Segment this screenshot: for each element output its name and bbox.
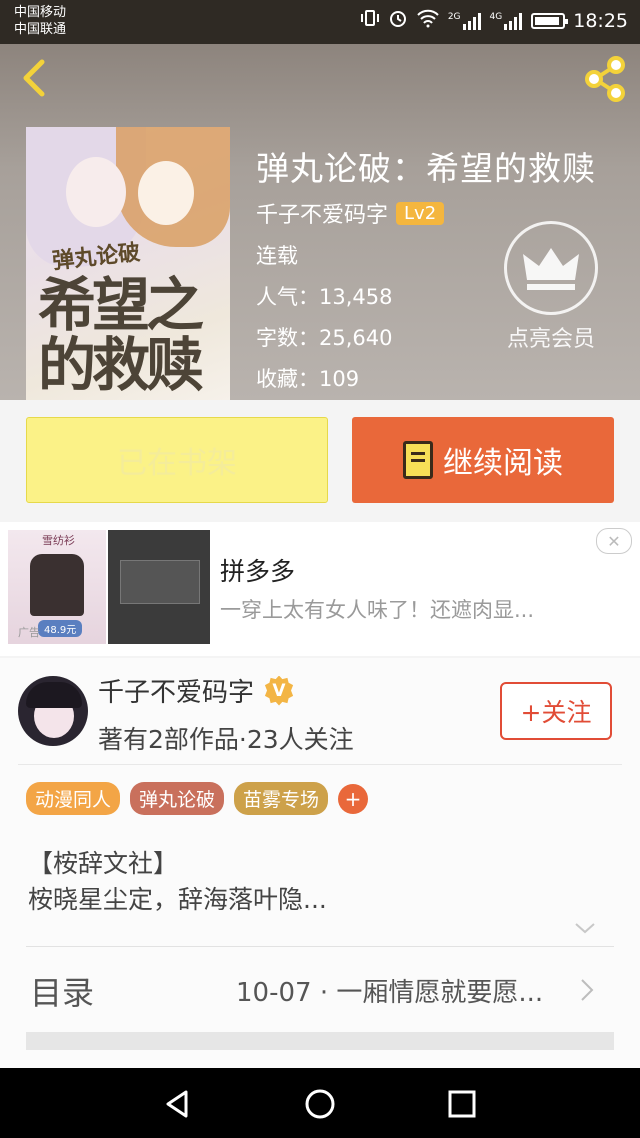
section-placeholder [26, 1032, 614, 1050]
vip-label: 点亮会员 [506, 327, 595, 352]
nav-recent-button[interactable] [442, 1084, 482, 1124]
chevron-right-icon [581, 979, 594, 1001]
follow-button[interactable]: +关注 [500, 682, 612, 740]
share-icon [585, 56, 625, 102]
ad-label: 广告 [18, 626, 40, 639]
continue-reading-button[interactable]: 继续阅读 [352, 417, 614, 503]
tag-item[interactable]: 动漫同人 [26, 782, 121, 815]
book-title: 弹丸论破：希望的救赎 [256, 149, 596, 188]
book-status: 连载 [256, 244, 298, 268]
carrier-1: 中国移动 [14, 5, 67, 20]
divider [26, 946, 614, 947]
signal-4g-icon: 4G [490, 12, 524, 30]
nav-back-icon [166, 1090, 188, 1118]
back-button[interactable] [14, 56, 58, 100]
vip-button[interactable]: 点亮会员 [496, 221, 606, 353]
vibrate-icon [360, 8, 380, 33]
book-intro: 【桉辞文社】 桉晓星尘定，辞海落叶隐... [28, 849, 327, 914]
tag-item[interactable]: 苗雾专场 [234, 782, 329, 815]
carrier-info: 中国移动 中国联通 [14, 4, 66, 38]
continue-reading-label: 继续阅读 [443, 446, 563, 481]
cover-title: 希望之的救赎 [38, 271, 204, 399]
latest-chapter: 10-07 · 一厢情愿就要愿... [236, 978, 544, 1008]
book-author[interactable]: 千子不爱码字 [256, 197, 388, 229]
book-cover[interactable]: 弹丸论破 希望之的救赎 [26, 127, 230, 400]
ad-description: 一穿上太有女人味了！还遮肉显... [220, 598, 535, 622]
table-of-contents-row[interactable]: 目录 10-07 · 一厢情愿就要愿... [0, 950, 640, 1030]
ad-image-card [120, 560, 200, 604]
book-icon [403, 441, 433, 479]
divider [18, 764, 622, 765]
status-icons: 2G 4G 18:25 [360, 8, 628, 33]
cover-art-face-left [66, 157, 126, 227]
book-author-line: 千子不爱码字 Lv2 [256, 197, 445, 229]
share-button[interactable] [580, 54, 630, 104]
book-favorites: 收藏：109 [256, 367, 360, 391]
toc-label: 目录 [30, 974, 95, 1012]
wifi-icon [416, 8, 440, 33]
book-word-count: 字数：25,640 [256, 326, 393, 350]
on-shelf-button[interactable]: 已在书架 [26, 417, 328, 503]
author-section: 千子不爱码字 V 著有2部作品·23人关注 +关注 动漫同人 弹丸论破 苗雾专场… [0, 658, 640, 1068]
author-name[interactable]: 千子不爱码字 [98, 672, 254, 709]
system-nav-bar [0, 1068, 640, 1138]
net-2g-label: 2G [447, 11, 461, 22]
tag-list: 动漫同人 弹丸论破 苗雾专场 + [26, 782, 369, 815]
clock: 18:25 [573, 9, 628, 32]
status-bar: 中国移动 中国联通 2G 4G 18:25 [0, 0, 640, 44]
expand-intro-button[interactable] [574, 920, 596, 934]
cover-art-face-right [138, 161, 194, 225]
author-name-row: 千子不爱码字 V [98, 672, 294, 709]
nav-back-button[interactable] [158, 1084, 198, 1124]
nav-recent-icon [448, 1090, 476, 1118]
on-shelf-label: 已在书架 [117, 446, 237, 481]
chevron-down-icon [575, 923, 595, 934]
shirt-image [30, 554, 84, 616]
net-4g-label: 4G [489, 11, 503, 22]
book-header: 弹丸论破 希望之的救赎 弹丸论破：希望的救赎 千子不爱码字 Lv2 连载 人气：… [0, 44, 640, 400]
avatar-hair [26, 682, 82, 708]
verified-icon: V [264, 675, 294, 706]
action-bar: 已在书架 继续阅读 [0, 400, 640, 518]
author-avatar[interactable] [18, 676, 88, 746]
ad-image-screenshot [108, 530, 210, 644]
book-popularity: 人气：13,458 [256, 285, 393, 309]
nav-home-icon [305, 1089, 335, 1119]
ad-image-caption: 雪纺衫 [42, 534, 75, 547]
ad-image-price: 48.9元 [38, 620, 83, 637]
ad-image-product: 雪纺衫 48.9元 广告 [8, 530, 106, 644]
ad-banner[interactable]: 雪纺衫 48.9元 广告 拼多多 一穿上太有女人味了！还遮肉显... ✕ [0, 522, 640, 656]
back-icon [23, 59, 45, 97]
battery-icon [531, 12, 569, 29]
alarm-icon [388, 8, 408, 33]
ad-title: 拼多多 [220, 557, 296, 586]
nav-home-button[interactable] [300, 1084, 340, 1124]
level-badge: Lv2 [396, 201, 445, 225]
signal-2g-icon: 2G [448, 12, 482, 30]
crown-icon [504, 221, 598, 315]
ad-close-button[interactable]: ✕ [596, 528, 632, 554]
carrier-2: 中国联通 [14, 22, 67, 37]
author-meta: 著有2部作品·23人关注 [98, 725, 354, 754]
tag-item[interactable]: 弹丸论破 [130, 782, 225, 815]
add-tag-button[interactable]: + [338, 783, 369, 814]
